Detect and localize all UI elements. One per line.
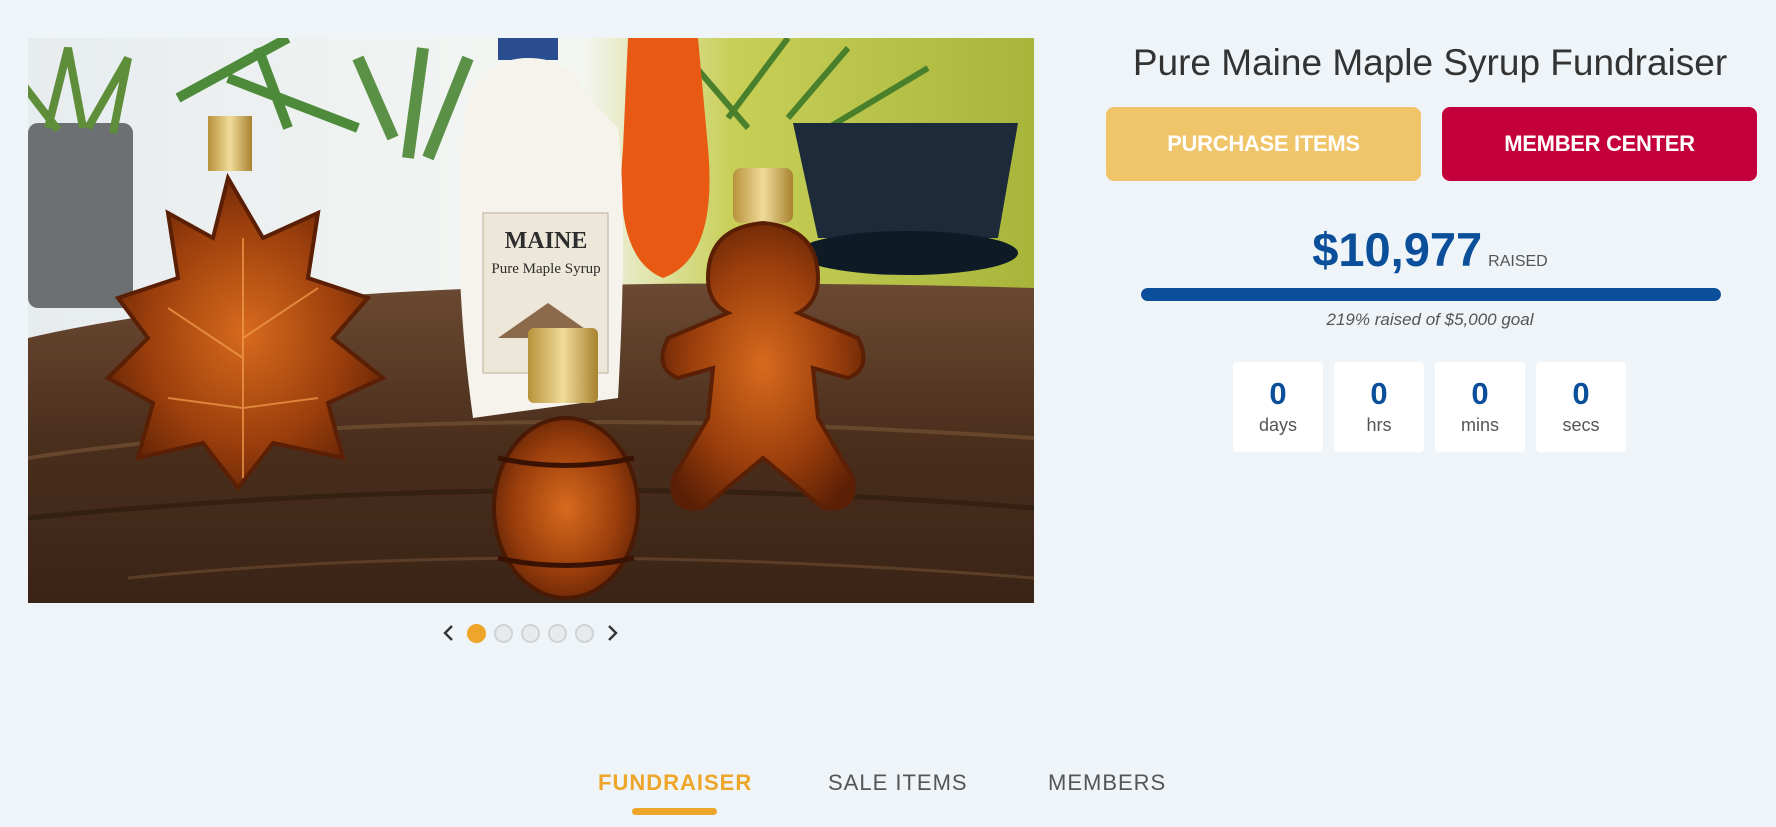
- raised-label: RAISED: [1488, 253, 1548, 270]
- chevron-left-icon: [442, 625, 453, 641]
- member-center-button[interactable]: MEMBER CENTER: [1442, 107, 1757, 181]
- purchase-items-button[interactable]: PURCHASE ITEMS: [1106, 107, 1421, 181]
- countdown-days-unit: days: [1258, 415, 1298, 435]
- hero-image: MAINE Pure Maple Syrup: [28, 38, 1034, 603]
- carousel-next-button[interactable]: [602, 618, 624, 648]
- tab-members[interactable]: MEMBERS: [1048, 770, 1166, 796]
- countdown-days-value: 0: [1269, 376, 1287, 411]
- countdown-days: 0 days: [1233, 362, 1323, 452]
- carousel-dot-1[interactable]: [466, 623, 486, 643]
- goal-status-text: 219% raised of $5,000 goal: [1326, 310, 1534, 329]
- image-carousel-controls: [420, 615, 640, 651]
- carousel-dot-4[interactable]: [547, 623, 567, 643]
- countdown-seconds: 0 secs: [1536, 362, 1626, 452]
- tab-fundraiser[interactable]: FUNDRAISER: [598, 770, 752, 796]
- raised-summary: $10,977 RAISED: [1100, 222, 1760, 277]
- countdown-hours-unit: hrs: [1366, 415, 1392, 435]
- countdown-seconds-value: 0: [1572, 376, 1590, 411]
- countdown-minutes-unit: mins: [1460, 415, 1499, 435]
- carousel-dot-2[interactable]: [493, 623, 513, 643]
- chevron-right-icon: [607, 625, 618, 641]
- maple-syrup-product-photo: MAINE Pure Maple Syrup: [28, 38, 1034, 603]
- page-title: Pure Maine Maple Syrup Fundraiser: [1132, 42, 1728, 83]
- carousel-dot-5[interactable]: [574, 623, 594, 643]
- countdown-minutes-value: 0: [1471, 376, 1489, 411]
- carousel-dot-3[interactable]: [520, 623, 540, 643]
- carousel-prev-button[interactable]: [437, 618, 459, 648]
- active-tab-indicator: [632, 808, 717, 815]
- countdown-hours: 0 hrs: [1334, 362, 1424, 452]
- countdown-hours-value: 0: [1370, 376, 1388, 411]
- countdown-seconds-unit: secs: [1562, 415, 1600, 435]
- section-tab-bar: FUNDRAISER SALE ITEMS MEMBERS: [0, 740, 1776, 827]
- fundraising-progress-bar: [1141, 288, 1721, 301]
- jug-brand-text: MAINE: [505, 228, 588, 254]
- jug-subtitle-text: Pure Maple Syrup: [491, 261, 600, 277]
- countdown-timer: 0 days 0 hrs 0 mins 0 secs: [1233, 362, 1626, 452]
- progress-fill: [1141, 288, 1721, 301]
- raised-amount: $10,977: [1312, 223, 1483, 276]
- tab-sale-items[interactable]: SALE ITEMS: [828, 770, 968, 796]
- countdown-minutes: 0 mins: [1435, 362, 1525, 452]
